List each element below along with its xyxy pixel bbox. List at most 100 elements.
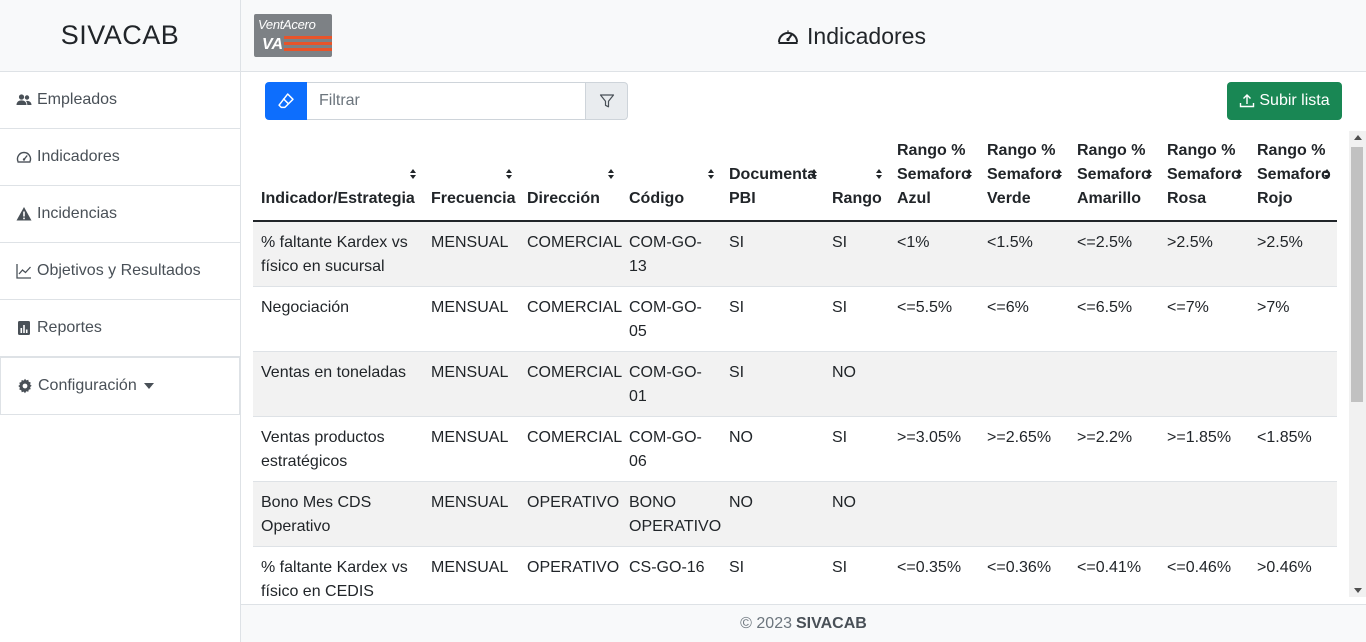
line-chart-icon [16,263,32,279]
warning-icon [16,206,32,222]
table-cell: NO [824,351,889,417]
column-header-label: Documenta PBI [729,166,817,207]
table-scrollbar[interactable] [1349,131,1366,597]
table-row[interactable]: % faltante Kardex vs físico en CEDIS MENS… [253,546,1337,597]
users-icon [16,92,32,108]
clear-filter-button[interactable] [265,82,307,120]
sidebar-item-label: Objetivos y Resultados [37,262,201,279]
column-header[interactable]: Rango % Semaforo Azul [889,131,979,222]
column-header[interactable]: Dirección [519,131,621,222]
caret-down-icon [143,383,154,389]
table-cell: <=0.36% [979,546,1069,597]
table-header-row: Indicador/Estrategia Frecuencia Dirección C… [253,131,1337,222]
table-cell: MENSUAL [423,286,519,352]
table-cell [1069,481,1159,547]
table-row[interactable]: Ventas en toneladas MENSUAL COMERCIAL COM-G… [253,351,1337,417]
sidebar-item-empleados[interactable]: Empleados [0,72,240,129]
sort-icon[interactable] [409,168,417,180]
table-row[interactable]: Negociación MENSUAL COMERCIAL COM-GO-05 SI SI… [253,286,1337,352]
table-cell: MENSUAL [423,416,519,482]
eraser-icon [277,92,295,110]
filter-group [265,82,628,120]
table-cell: >2.5% [1159,221,1249,287]
table-row[interactable]: Ventas productos estratégicos MENSUAL COME… [253,416,1337,482]
table-row[interactable]: % faltante Kardex vs físico en sucursal M… [253,221,1337,287]
column-header-label: Código [629,190,685,207]
table-cell: >=2.2% [1069,416,1159,482]
sort-icon[interactable] [1145,168,1153,180]
column-header[interactable]: Rango % Semaforo Rosa [1159,131,1249,222]
column-header-label: Rango % Semaforo Azul [897,142,971,207]
sort-icon[interactable] [505,168,513,180]
page-title-text: Indicadores [807,22,926,49]
table-cell: >7% [1249,286,1337,352]
column-header-label: Rango % Semaforo Verde [987,142,1061,207]
sidebar-item-configuracion[interactable]: Configuración [0,357,240,415]
page-title: Indicadores [241,0,1366,72]
filter-button[interactable] [586,82,628,120]
speedometer-icon [776,24,807,48]
sort-icon[interactable] [810,168,818,180]
table-cell: >=1.85% [1159,416,1249,482]
column-header[interactable]: Frecuencia [423,131,519,222]
table-cell: >=2.65% [979,416,1069,482]
sort-icon[interactable] [707,168,715,180]
scroll-up-icon[interactable] [1354,135,1362,140]
table-cell: <=5.5% [889,286,979,352]
table-cell: <=7% [1159,286,1249,352]
sort-icon[interactable] [1323,168,1331,180]
top-header: VentAcero VA Indicadores [241,0,1366,72]
sort-icon[interactable] [607,168,615,180]
table-cell: SI [721,286,824,352]
sidebar-item-objetivos[interactable]: Objetivos y Resultados [0,243,240,300]
table-cell: >=3.05% [889,416,979,482]
table-cell: Ventas productos estratégicos [253,416,423,482]
table-cell: SI [721,546,824,597]
table-cell: OPERATIVO [519,481,621,547]
table-cell: <=0.35% [889,546,979,597]
table-cell [979,351,1069,417]
table-cell [1159,481,1249,547]
column-header-label: Frecuencia [431,190,516,207]
column-header[interactable]: Indicador/Estrategia [253,131,423,222]
upload-list-button[interactable]: Subir lista [1227,82,1342,120]
scroll-down-icon[interactable] [1354,588,1362,593]
sidebar-item-label: Reportes [37,319,102,336]
table-cell: CS-GO-16 [621,546,721,597]
column-header[interactable]: Código [621,131,721,222]
upload-icon [1239,93,1259,109]
sidebar-item-reportes[interactable]: Reportes [0,300,240,357]
indicators-table-container: Indicador/Estrategia Frecuencia Dirección C… [253,131,1337,597]
sort-icon[interactable] [1055,168,1063,180]
table-cell [889,481,979,547]
table-cell [1249,481,1337,547]
column-header-label: Rango [832,190,882,207]
table-cell: <1% [889,221,979,287]
table-cell [889,351,979,417]
table-cell [1069,351,1159,417]
table-cell: MENSUAL [423,546,519,597]
filter-input[interactable] [307,82,586,120]
table-row[interactable]: Bono Mes CDS Operativo MENSUAL OPERATIVO BO… [253,481,1337,547]
table-cell: <1.85% [1249,416,1337,482]
sidebar-item-label: Incidencias [37,205,118,222]
column-header[interactable]: Rango % Semaforo Rojo [1249,131,1337,222]
column-header[interactable]: Rango % Semaforo Verde [979,131,1069,222]
column-header[interactable]: Rango % Semaforo Amarillo [1069,131,1159,222]
footer-copyright: © 2023 [740,614,792,632]
table-body: % faltante Kardex vs físico en sucursal M… [253,221,1337,597]
column-header[interactable]: Rango [824,131,889,222]
table-cell: % faltante Kardex vs físico en CEDIS [253,546,423,597]
sort-icon[interactable] [1235,168,1243,180]
scrollbar-thumb[interactable] [1351,147,1363,402]
table-cell [1249,351,1337,417]
column-header[interactable]: Documenta PBI [721,131,824,222]
brand-title: SIVACAB [60,20,180,50]
table-cell: COMERCIAL [519,351,622,417]
sidebar-item-incidencias[interactable]: Incidencias [0,186,240,243]
sidebar-item-indicadores[interactable]: Indicadores [0,129,240,186]
sort-icon[interactable] [875,168,883,180]
table-cell: <1.5% [979,221,1069,287]
brand: SIVACAB [0,0,240,72]
sort-icon[interactable] [965,168,973,180]
